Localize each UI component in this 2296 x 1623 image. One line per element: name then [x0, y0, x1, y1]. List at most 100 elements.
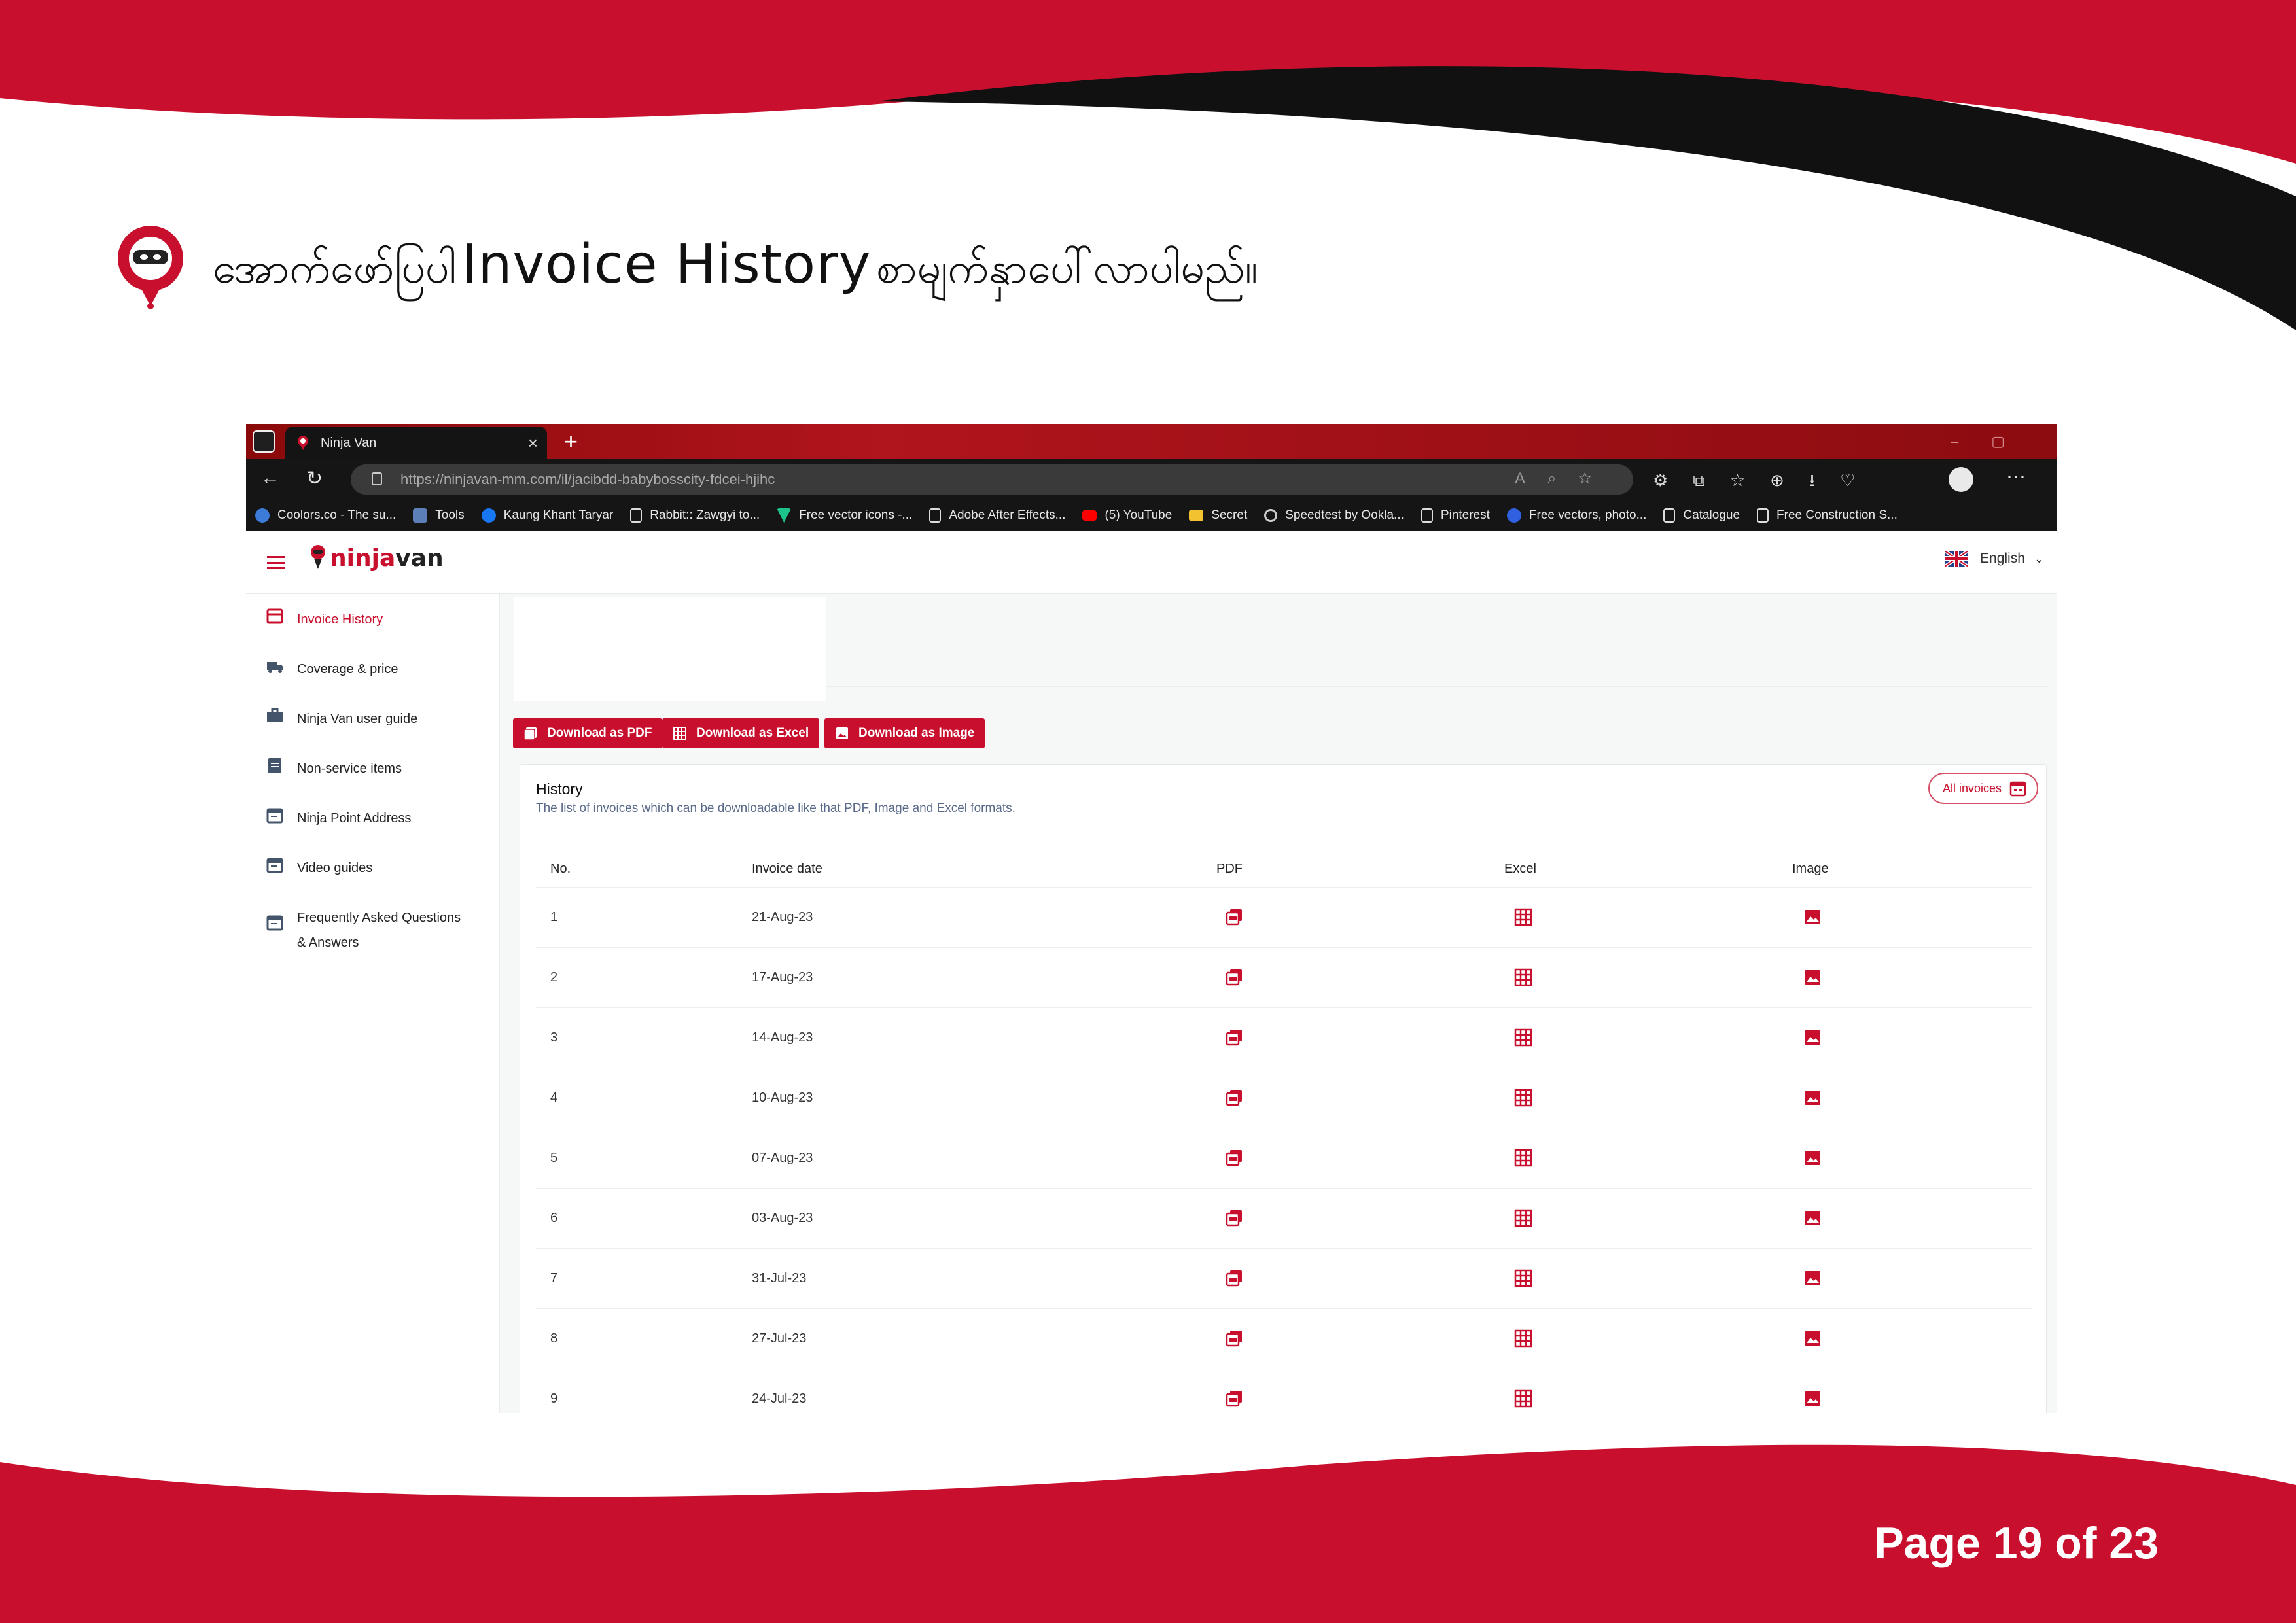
page-icon [1421, 508, 1433, 523]
menu-icon[interactable] [267, 556, 285, 569]
bookmark-item[interactable]: Pinterest [1421, 508, 1490, 523]
read-aloud-zoom-favorite-icons[interactable]: A⌕☆ [1515, 470, 1614, 488]
image-download-icon[interactable] [1803, 1268, 1822, 1288]
calendar-icon [2009, 781, 2026, 797]
pdf-download-icon[interactable] [1224, 1389, 1244, 1408]
bookmark-item[interactable]: Free vectors, photo... [1506, 508, 1646, 523]
bookmarks-bar: Coolors.co - The su... Tools Kaung Khant… [246, 500, 2057, 531]
image-download-icon[interactable] [1803, 1148, 1822, 1168]
history-title: History [536, 780, 583, 797]
tab-actions-icon[interactable] [253, 430, 275, 453]
logo-ninja-text: ninja [330, 544, 396, 572]
url-field[interactable]: https://ninjavan-mm.com/il/jacibdd-babyb… [351, 464, 1633, 495]
sidebar-item-faq[interactable]: Frequently Asked Questions & Answers [266, 905, 461, 955]
freepik-icon [1506, 508, 1521, 523]
page-icon [929, 508, 942, 523]
all-invoices-filter[interactable]: All invoices [1928, 773, 2038, 804]
sidebar-item-non-service[interactable]: Non-service items [266, 756, 402, 781]
excel-download-icon[interactable] [1513, 968, 1533, 987]
invoice-date: 10-Aug-23 [752, 1091, 813, 1105]
slide-heading: အောက်ဖော်ပြပါ Invoice History စာမျက်နှာပ… [115, 216, 1258, 321]
bookmark-item[interactable]: Coolors.co - The su... [255, 508, 396, 523]
browser-toolbar-icons[interactable]: ⚙⧉☆⊕⭳♡ [1653, 468, 1880, 497]
bookmark-item[interactable]: (5) YouTube [1082, 508, 1172, 523]
excel-download-icon[interactable] [1513, 1389, 1533, 1408]
image-download-icon[interactable] [1803, 1208, 1822, 1228]
row-number: 6 [550, 1211, 558, 1225]
pdf-download-icon[interactable] [1224, 1148, 1244, 1168]
pdf-download-icon[interactable] [1224, 1268, 1244, 1288]
new-tab-icon[interactable]: + [564, 428, 578, 455]
sidebar-item-coverage[interactable]: Coverage & price [266, 657, 398, 682]
pdf-download-icon[interactable] [1224, 1208, 1244, 1228]
table-row: 7 31-Jul-23 [536, 1249, 2032, 1309]
bookmark-item[interactable]: Free vector icons -... [777, 508, 912, 523]
calendar-icon [266, 858, 283, 873]
table-row: 1 21-Aug-23 [536, 888, 2032, 948]
image-download-icon[interactable] [1803, 1088, 1822, 1108]
pdf-download-icon[interactable] [1224, 1028, 1244, 1047]
download-pdf-button[interactable]: Download as PDF [513, 718, 663, 748]
sidebar-item-video-guides[interactable]: Video guides [266, 856, 372, 881]
pdf-icon [523, 727, 537, 741]
tab-bar: Ninja Van × + –▢ [246, 424, 2057, 459]
folder-icon [413, 508, 428, 523]
invoice-date: 31-Jul-23 [752, 1271, 807, 1285]
invoice-table: No. Invoice date PDF Excel Image 1 21-Aug… [536, 850, 2032, 1412]
refresh-icon[interactable]: ↻ [306, 467, 323, 490]
column-header-pdf: PDF [1216, 862, 1243, 876]
more-options-icon[interactable]: ⋯ [2006, 466, 2026, 489]
excel-download-icon[interactable] [1513, 1329, 1533, 1348]
row-number: 3 [550, 1030, 558, 1045]
pdf-download-icon[interactable] [1224, 1088, 1244, 1108]
excel-download-icon[interactable] [1513, 1268, 1533, 1288]
address-bar: ← ↻ https://ninjavan-mm.com/il/jacibdd-b… [246, 459, 2057, 500]
excel-download-icon[interactable] [1513, 1088, 1533, 1108]
bookmark-item[interactable]: Adobe After Effects... [929, 508, 1065, 523]
image-download-icon[interactable] [1803, 968, 1822, 987]
logo-van-text: van [395, 544, 444, 572]
sidebar-item-invoice-history[interactable]: Invoice History [266, 607, 383, 632]
browser-tab[interactable]: Ninja Van × [285, 427, 547, 459]
image-download-icon[interactable] [1803, 1028, 1822, 1047]
summary-card [514, 597, 826, 701]
language-selector[interactable]: English ⌄ [1945, 551, 2044, 567]
bookmark-item[interactable]: Catalogue [1663, 508, 1740, 523]
bookmark-item[interactable]: Secret [1189, 508, 1247, 523]
row-number: 8 [550, 1331, 558, 1346]
image-download-icon[interactable] [1803, 1329, 1822, 1348]
page-icon [1757, 508, 1769, 523]
excel-download-icon[interactable] [1513, 907, 1533, 927]
excel-download-icon[interactable] [1513, 1148, 1533, 1168]
bookmark-item[interactable]: Rabbit:: Zawgyi to... [630, 508, 760, 523]
image-download-icon[interactable] [1803, 1389, 1822, 1408]
lock-icon [372, 472, 382, 485]
table-row: 8 27-Jul-23 [536, 1309, 2032, 1369]
speedtest-icon [1264, 509, 1278, 522]
pdf-download-icon[interactable] [1224, 907, 1244, 927]
ninjavan-logo[interactable]: ninja van [310, 543, 444, 573]
pdf-download-icon[interactable] [1224, 1329, 1244, 1348]
column-header-image: Image [1792, 862, 1829, 876]
back-arrow-icon[interactable]: ← [260, 467, 280, 489]
pdf-download-icon[interactable] [1224, 968, 1244, 987]
profile-avatar[interactable] [1949, 467, 1973, 492]
download-excel-button[interactable]: Download as Excel [662, 718, 820, 748]
column-header-date: Invoice date [752, 862, 822, 876]
bookmark-item[interactable]: Speedtest by Ookla... [1264, 508, 1404, 523]
bookmark-item[interactable]: Free Construction S... [1757, 508, 1898, 523]
excel-download-icon[interactable] [1513, 1028, 1533, 1047]
sidebar: Invoice History Coverage & price Ninja V… [246, 594, 500, 1413]
image-download-icon[interactable] [1803, 907, 1822, 927]
sidebar-item-user-guide[interactable]: Ninja Van user guide [266, 707, 417, 731]
bookmark-item[interactable]: Tools [413, 508, 465, 523]
column-header-no: No. [550, 862, 571, 876]
invoice-date: 24-Jul-23 [752, 1391, 807, 1406]
window-controls[interactable]: –▢ [1951, 433, 2038, 450]
excel-download-icon[interactable] [1513, 1208, 1533, 1228]
table-row: 9 24-Jul-23 [536, 1369, 2032, 1412]
sidebar-item-ninja-point[interactable]: Ninja Point Address [266, 806, 412, 831]
download-image-button[interactable]: Download as Image [824, 718, 985, 748]
close-tab-icon[interactable]: × [528, 433, 538, 453]
bookmark-item[interactable]: Kaung Khant Taryar [481, 508, 613, 523]
